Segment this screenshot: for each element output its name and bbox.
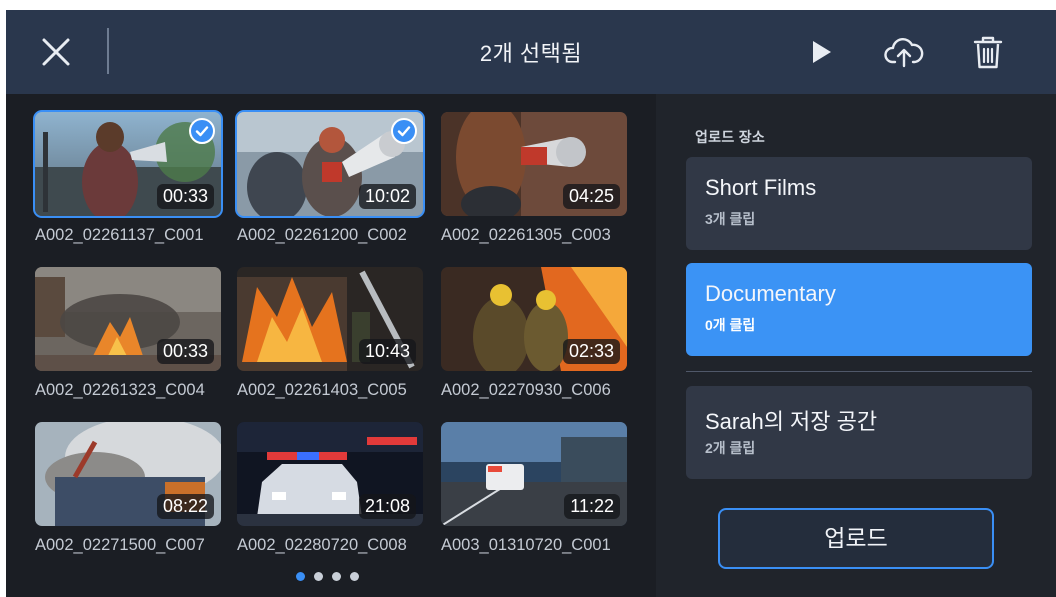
clip-thumbnail[interactable]: 21:08 bbox=[237, 422, 423, 526]
destination-name: Short Films bbox=[705, 175, 817, 200]
destination-name: Documentary bbox=[705, 281, 836, 306]
clip-duration: 02:33 bbox=[562, 339, 620, 364]
clip-name: A002_02271500_C007 bbox=[35, 536, 205, 554]
upload-screen: 2개 선택됨 00:33 10:02 04:25 00:33 10:43 02:… bbox=[6, 10, 1056, 597]
clip-name: A003_01310720_C001 bbox=[441, 536, 611, 554]
cloud-upload-button[interactable] bbox=[882, 30, 926, 74]
page-dot[interactable] bbox=[332, 572, 341, 581]
selected-check-icon bbox=[189, 118, 215, 144]
destination-name: Sarah의 저장 공간 bbox=[705, 409, 878, 434]
panel-divider bbox=[686, 371, 1032, 372]
clip-duration: 00:33 bbox=[156, 339, 214, 364]
clip-name: A002_02270930_C006 bbox=[441, 381, 611, 399]
clip-name: A002_02261137_C001 bbox=[35, 226, 204, 244]
page-dot[interactable] bbox=[314, 572, 323, 581]
clip-grid: 00:33 10:02 04:25 00:33 10:43 02:33 08:2… bbox=[6, 94, 656, 597]
clip-name: A002_02261403_C005 bbox=[237, 381, 407, 399]
clip-duration: 11:22 bbox=[564, 494, 620, 519]
clip-duration: 08:22 bbox=[156, 494, 214, 519]
destination-documentary[interactable]: Documentary 0개 클립 bbox=[686, 263, 1032, 356]
clip-duration: 10:02 bbox=[358, 184, 416, 209]
cloud-upload-icon bbox=[884, 38, 924, 68]
upload-destination-panel: 업로드 장소 Short Films 3개 클립 Documentary 0개 … bbox=[656, 94, 1056, 597]
clip-thumbnail[interactable]: 11:22 bbox=[441, 422, 627, 526]
trash-icon bbox=[973, 36, 1003, 69]
clip-thumbnail[interactable]: 00:33 bbox=[35, 267, 221, 371]
play-icon bbox=[813, 41, 831, 63]
clip-thumbnail[interactable]: 00:33 bbox=[33, 110, 223, 218]
page-indicator[interactable] bbox=[296, 568, 368, 581]
clip-thumbnail[interactable]: 10:43 bbox=[237, 267, 423, 371]
upload-button[interactable]: 업로드 bbox=[718, 508, 994, 569]
clip-duration: 10:43 bbox=[358, 339, 416, 364]
clip-thumbnail[interactable]: 10:02 bbox=[235, 110, 425, 218]
clip-thumbnail[interactable]: 02:33 bbox=[441, 267, 627, 371]
clip-duration: 21:08 bbox=[358, 494, 416, 519]
page-dot-active[interactable] bbox=[296, 572, 305, 581]
clip-name: A002_02261200_C002 bbox=[237, 226, 407, 244]
clip-name: A002_02280720_C008 bbox=[237, 536, 407, 554]
play-button[interactable] bbox=[798, 30, 842, 74]
clip-thumbnail[interactable]: 04:25 bbox=[441, 112, 627, 216]
destination-short-films[interactable]: Short Films 3개 클립 bbox=[686, 157, 1032, 250]
clip-name: A002_02261305_C003 bbox=[441, 226, 611, 244]
selected-check-icon bbox=[391, 118, 417, 144]
clip-duration: 04:25 bbox=[562, 184, 620, 209]
destination-clip-count: 2개 클립 bbox=[705, 440, 756, 456]
clip-name: A002_02261323_C004 bbox=[35, 381, 205, 399]
page-dot[interactable] bbox=[350, 572, 359, 581]
panel-heading: 업로드 장소 bbox=[695, 129, 766, 145]
destination-clip-count: 3개 클립 bbox=[705, 211, 756, 227]
destination-sarah-storage[interactable]: Sarah의 저장 공간 2개 클립 bbox=[686, 386, 1032, 479]
delete-button[interactable] bbox=[966, 30, 1010, 74]
destination-clip-count: 0개 클립 bbox=[705, 317, 756, 333]
clip-duration: 00:33 bbox=[156, 184, 214, 209]
clip-thumbnail[interactable]: 08:22 bbox=[35, 422, 221, 526]
top-bar: 2개 선택됨 bbox=[6, 10, 1056, 94]
